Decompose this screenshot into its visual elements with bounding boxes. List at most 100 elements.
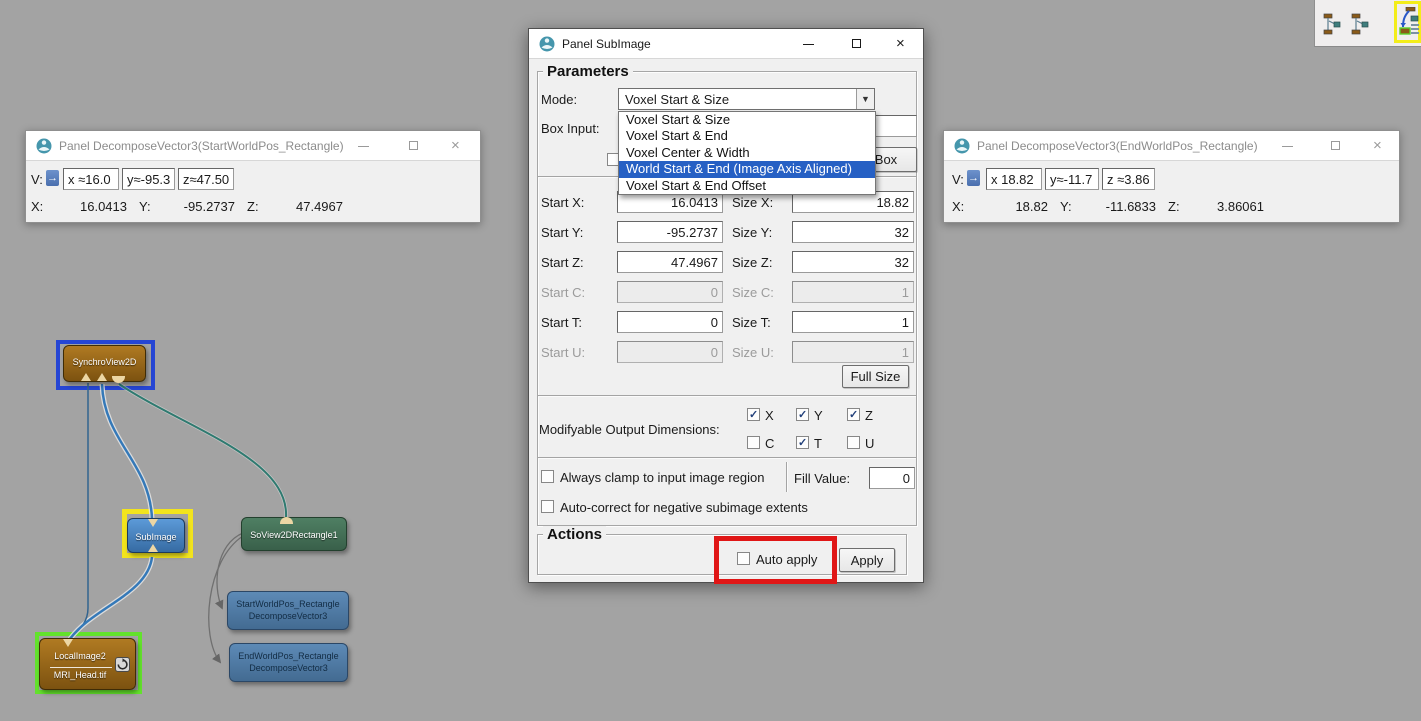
output-connector-icon[interactable] [280, 517, 293, 524]
x-component-field[interactable] [986, 168, 1042, 190]
minimize-button[interactable] [793, 29, 825, 59]
minimize-icon [803, 44, 814, 45]
maximize-button[interactable] [398, 131, 430, 161]
z-value: 47.4967 [267, 199, 343, 214]
fill-value-field[interactable] [869, 467, 915, 489]
reload-icon[interactable] [115, 657, 130, 672]
start-y-field[interactable] [617, 221, 723, 243]
node-startworldpos-decomposevector3[interactable]: StartWorldPos_Rectangle DecomposeVector3 [227, 591, 349, 630]
node-label-divider [50, 667, 112, 668]
y-component-field[interactable] [1045, 168, 1099, 190]
clamp-label: Always clamp to input image region [560, 470, 765, 485]
dim-z-checkbox[interactable] [847, 408, 860, 421]
node-endworldpos-line1: EndWorldPos_Rectangle [230, 651, 347, 661]
x-component-field[interactable] [63, 168, 119, 190]
size-t-field[interactable] [792, 311, 914, 333]
input-connector-icon[interactable] [97, 373, 107, 381]
node-soview2drectangle1[interactable]: SoView2DRectangle1 [241, 517, 347, 551]
v-label: V: [31, 172, 43, 187]
dim-t-checkbox[interactable] [796, 436, 809, 449]
mevislab-app-icon [954, 138, 970, 154]
autocorrect-checkbox[interactable] [541, 500, 554, 513]
z-component-field[interactable] [1102, 168, 1155, 190]
close-button[interactable]: × [442, 131, 474, 161]
dropdown-item[interactable]: World Start & End (Image Axis Aligned) [619, 161, 875, 177]
dropdown-item[interactable]: Voxel Center & Width [619, 145, 875, 161]
vector-input-arrow-icon[interactable]: → [46, 170, 59, 186]
z-value: 3.86061 [1188, 199, 1264, 214]
fill-value-label: Fill Value: [794, 471, 850, 486]
box-input-label: Box Input: [541, 121, 600, 136]
close-button[interactable]: × [1364, 131, 1396, 161]
node-endworldpos-decomposevector3[interactable]: EndWorldPos_Rectangle DecomposeVector3 [229, 643, 348, 682]
mode-combobox[interactable]: Voxel Start & Size ▼ [618, 88, 875, 110]
size-c-field [792, 281, 914, 303]
maximize-icon [409, 141, 418, 150]
window-title: Panel DecomposeVector3(EndWorldPos_Recta… [977, 139, 1258, 153]
node-subimage[interactable]: SubImage [127, 518, 185, 553]
node-endworldpos-line2: DecomposeVector3 [230, 663, 347, 673]
z-label: Z: [247, 199, 267, 214]
graph-toolbar [1314, 0, 1421, 47]
z-component-field[interactable] [178, 168, 234, 190]
vector-input-arrow-icon[interactable]: → [967, 170, 980, 186]
connection-localimage-subimage [70, 557, 152, 639]
size-y-label: Size Y: [732, 225, 772, 240]
titlebar[interactable]: Panel SubImage × [529, 29, 923, 59]
decomposed-values-row: X:18.82Y:-11.6833Z:3.86061 [952, 199, 1276, 214]
mini-graph-highlighted-icon[interactable] [1399, 7, 1419, 37]
mevislab-app-icon [539, 36, 555, 52]
mini-graph-icon-1[interactable] [1323, 12, 1341, 36]
minimize-button[interactable] [348, 131, 380, 161]
dim-y-checkbox[interactable] [796, 408, 809, 421]
input-connector-icon[interactable] [148, 544, 158, 552]
mini-graph-icon-2[interactable] [1351, 12, 1369, 36]
full-size-button[interactable]: Full Size [842, 365, 909, 388]
node-localimage2-line2: MRI_Head.tif [40, 670, 120, 680]
y-value: -95.2737 [159, 199, 235, 214]
dropdown-item[interactable]: Voxel Start & End [619, 128, 875, 144]
maximize-button[interactable] [841, 29, 873, 59]
v-label: V: [952, 172, 964, 187]
node-startworldpos-line1: StartWorldPos_Rectangle [228, 599, 348, 609]
maximize-button[interactable] [1320, 131, 1352, 161]
minimize-button[interactable] [1272, 131, 1304, 161]
close-icon: × [1373, 136, 1382, 156]
dim-t-label: T [814, 436, 822, 451]
maximize-icon [1331, 141, 1340, 150]
apply-button[interactable]: Apply [839, 548, 895, 572]
y-label: Y: [139, 199, 159, 214]
titlebar[interactable]: Panel DecomposeVector3(EndWorldPos_Recta… [944, 131, 1399, 161]
chevron-down-icon[interactable]: ▼ [856, 89, 874, 109]
y-value: -11.6833 [1080, 199, 1156, 214]
titlebar[interactable]: Panel DecomposeVector3(StartWorldPos_Rec… [26, 131, 480, 161]
input-connector-icon[interactable] [112, 376, 125, 383]
connection-subimage-synchroview [102, 384, 152, 519]
y-component-field[interactable] [122, 168, 175, 190]
separator [538, 395, 916, 397]
output-connector-icon[interactable] [63, 639, 73, 647]
start-c-field [617, 281, 723, 303]
dim-c-checkbox[interactable] [747, 436, 760, 449]
dim-u-checkbox[interactable] [847, 436, 860, 449]
clamp-checkbox[interactable] [541, 470, 554, 483]
node-synchroview2d[interactable]: SynchroView2D [63, 345, 146, 382]
maximize-icon [852, 39, 861, 48]
size-z-field[interactable] [792, 251, 914, 273]
x-label: X: [952, 199, 972, 214]
minimize-icon [358, 146, 369, 147]
start-t-field[interactable] [617, 311, 723, 333]
decomposed-values-row: X:16.0413Y:-95.2737Z:47.4967 [31, 199, 355, 214]
size-y-field[interactable] [792, 221, 914, 243]
dropdown-item[interactable]: Voxel Start & End Offset [619, 178, 875, 194]
mode-selected-value: Voxel Start & Size [625, 92, 729, 107]
mevislab-app-icon [36, 138, 52, 154]
desktop: { "ui": { "background_color": "#a3a3a3",… [0, 0, 1421, 721]
node-localimage2[interactable]: LocalImage2 MRI_Head.tif [39, 638, 136, 690]
start-z-field[interactable] [617, 251, 723, 273]
dropdown-item[interactable]: Voxel Start & Size [619, 112, 875, 128]
input-connector-icon[interactable] [81, 373, 91, 381]
dim-x-checkbox[interactable] [747, 408, 760, 421]
output-connector-icon[interactable] [148, 519, 158, 527]
close-button[interactable]: × [887, 29, 919, 59]
